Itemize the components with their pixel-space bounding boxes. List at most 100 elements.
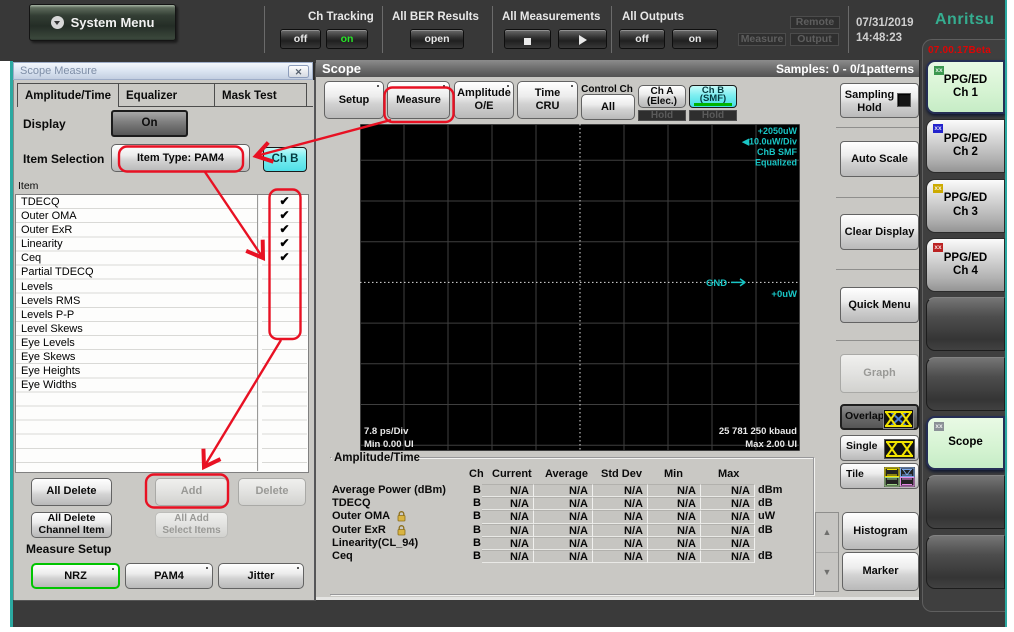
measure-button[interactable]: Measure xyxy=(387,81,450,119)
ch-tracking-on-button[interactable]: on xyxy=(326,29,368,49)
hold-a-button[interactable]: Hold xyxy=(638,110,686,121)
baud-rate: 25 781 250 kbaud xyxy=(719,426,797,437)
dialog-title: Scope Measure xyxy=(20,65,97,77)
mode-pam4-button[interactable]: PAM4 xyxy=(125,563,213,590)
setup-button[interactable]: Setup xyxy=(324,81,384,119)
sampling-hold-button[interactable]: Sampling Hold xyxy=(840,83,919,118)
measurements-stop-button[interactable] xyxy=(504,29,551,49)
tile-button[interactable]: Tile xyxy=(840,463,919,489)
time-cru-button[interactable]: TimeCRU xyxy=(517,81,578,119)
control-ch-all-button[interactable]: All xyxy=(581,94,635,120)
ber-open-button[interactable]: open xyxy=(410,29,464,49)
all-add-select-items-button[interactable]: All Add Select Items xyxy=(155,512,228,538)
hold-label: Hold xyxy=(857,102,881,114)
clear-display-button[interactable]: Clear Display xyxy=(840,214,919,250)
tab-equalizer[interactable]: Equalizer xyxy=(119,83,215,107)
check-mark: ✔ xyxy=(262,223,307,237)
amplitude-oe-button[interactable]: AmplitudeO/E xyxy=(454,81,514,119)
table-row-ceq: Ceq B N/A N/A N/A N/A N/A dB xyxy=(332,550,802,563)
add-button[interactable]: Add xyxy=(155,478,228,506)
value-cell: N/A xyxy=(701,497,755,510)
fkey-blank-1[interactable] xyxy=(926,297,1005,351)
all-delete-channel-item-button[interactable]: All Delete Channel Item xyxy=(31,512,112,538)
list-item[interactable]: Levels xyxy=(16,280,257,294)
value-cell: N/A xyxy=(593,537,648,550)
channel-b-button[interactable]: Ch B(SMF) xyxy=(689,85,737,108)
system-menu-button[interactable]: System Menu xyxy=(29,4,176,41)
channel-b-button[interactable]: Ch B xyxy=(263,147,307,172)
marker-button[interactable]: Marker xyxy=(842,552,919,591)
fkey-blank-4[interactable] xyxy=(926,535,1005,589)
fkey-ppg-ed-ch4[interactable]: xx PPG/ED Ch 4 xyxy=(926,238,1005,292)
fkey-scope[interactable]: xx Scope xyxy=(926,416,1005,470)
histogram-button[interactable]: Histogram xyxy=(842,512,919,550)
list-item[interactable]: Outer ExR xyxy=(16,223,257,237)
value-cell: N/A xyxy=(648,537,701,550)
mode-label: PAM4 xyxy=(154,570,184,582)
auto-scale-button[interactable]: Auto Scale xyxy=(840,141,919,177)
list-item[interactable]: Eye Skews xyxy=(16,350,257,364)
table-row-average-power: Average Power (dBm) B N/A N/A N/A N/A N/… xyxy=(332,484,802,497)
ch-b-active-underline xyxy=(694,103,732,106)
fkey-blank-3[interactable] xyxy=(926,475,1005,529)
value-cell: N/A xyxy=(482,510,534,523)
dialog-titlebar[interactable]: Scope Measure xyxy=(13,62,313,80)
list-item[interactable]: Outer OMA xyxy=(16,209,257,223)
list-item[interactable]: Levels RMS xyxy=(16,294,257,308)
fkey-ppg-ed-ch2[interactable]: xx PPG/ED Ch 2 xyxy=(926,119,1005,173)
fkey-ppg-ed-ch1[interactable]: xx PPG/ED Ch 1 xyxy=(926,60,1005,114)
cru-label: CRU xyxy=(518,100,577,113)
channel-badge-icon: xx xyxy=(933,184,943,193)
delete-button[interactable]: Delete xyxy=(238,478,306,506)
ch-tracking-off-button[interactable]: off xyxy=(280,29,321,49)
divider xyxy=(848,6,849,53)
overlap-eye-icon xyxy=(883,409,914,429)
remote-indicator: Remote xyxy=(790,16,840,29)
value-cell: N/A xyxy=(593,484,648,497)
tab-amplitude-time[interactable]: Amplitude/Time xyxy=(17,83,119,107)
gnd-label: GND xyxy=(706,278,727,289)
scope-title: Scope xyxy=(322,61,361,76)
value-cell: N/A xyxy=(701,484,755,497)
list-item[interactable]: TDECQ xyxy=(16,195,257,209)
scroll-up-icon[interactable]: ▲ xyxy=(816,527,838,537)
list-item[interactable]: Partial TDECQ xyxy=(16,265,257,279)
display-on-button[interactable]: On xyxy=(111,110,188,137)
list-item[interactable]: Levels P-P xyxy=(16,308,257,322)
all-delete-button[interactable]: All Delete xyxy=(31,478,112,506)
single-button[interactable]: Single xyxy=(840,435,919,461)
fieldset-border xyxy=(813,457,814,594)
scroll-down-icon[interactable]: ▼ xyxy=(816,567,838,577)
dialog-close-button[interactable]: ✕ xyxy=(288,65,309,79)
outputs-off-button[interactable]: off xyxy=(619,29,665,49)
mode-label: Jitter xyxy=(248,570,275,582)
list-item[interactable]: Eye Heights xyxy=(16,364,257,378)
channel-a-button[interactable]: Ch A(Elec.) xyxy=(638,85,686,108)
list-item[interactable]: Linearity xyxy=(16,237,257,251)
menu-dot xyxy=(377,85,379,87)
list-item[interactable]: Level Skews xyxy=(16,322,257,336)
col-header-current: Current xyxy=(492,468,532,480)
tab-mask-test[interactable]: Mask Test xyxy=(215,83,307,107)
fkey-line2: Scope xyxy=(948,436,983,450)
mode-nrz-button[interactable]: NRZ xyxy=(31,563,120,590)
graph-button[interactable]: Graph xyxy=(840,354,919,393)
value-cell: N/A xyxy=(593,497,648,510)
list-item[interactable]: Eye Widths xyxy=(16,378,257,392)
fkey-blank-2[interactable] xyxy=(926,357,1005,411)
ch-a-label: Ch A xyxy=(639,87,685,97)
measurements-start-button[interactable] xyxy=(558,29,607,49)
hold-b-button[interactable]: Hold xyxy=(689,110,737,121)
quick-menu-button[interactable]: Quick Menu xyxy=(840,287,919,323)
mode-jitter-button[interactable]: Jitter xyxy=(218,563,304,590)
fkey-ppg-ed-ch3[interactable]: xx PPG/ED Ch 3 xyxy=(926,179,1005,233)
outputs-on-button[interactable]: on xyxy=(672,29,718,49)
min-ui: Min 0.00 UI xyxy=(364,439,414,450)
item-type-button[interactable]: Item Type: PAM4 xyxy=(111,144,250,172)
oe-label: O/E xyxy=(455,100,513,113)
overlap-label: Overlap xyxy=(845,410,884,422)
value-cell: N/A xyxy=(534,537,593,550)
list-item[interactable]: Ceq xyxy=(16,251,257,265)
overlap-button[interactable]: Overlap xyxy=(840,404,919,430)
list-item[interactable]: Eye Levels xyxy=(16,336,257,350)
